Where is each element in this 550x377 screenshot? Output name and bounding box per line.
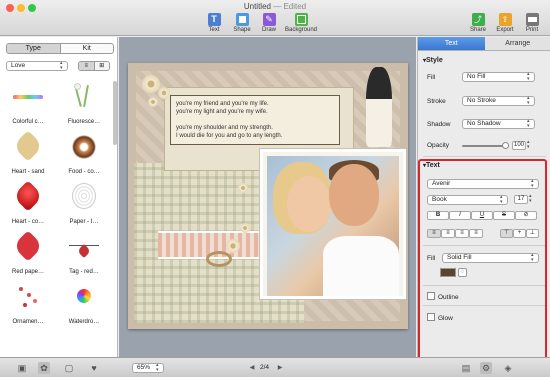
paper-lace-thumbnail xyxy=(69,181,99,211)
favorites-icon[interactable]: ♥ xyxy=(88,362,100,374)
toolbar-text-label: Text xyxy=(208,27,220,33)
library-item-label: Colorful c… xyxy=(12,119,44,125)
couple-photo xyxy=(267,156,399,296)
shadow-select[interactable]: No Shadow xyxy=(462,119,535,129)
next-page-icon[interactable]: ▶ xyxy=(274,362,286,374)
stroke-label: Stroke xyxy=(427,98,446,105)
opacity-field[interactable]: 100 xyxy=(512,141,526,150)
share-icon: ⤴ xyxy=(471,13,485,26)
quote-line: I would die for you and go to any length… xyxy=(176,133,283,139)
grid-view-icon[interactable]: ⊞ xyxy=(94,62,109,70)
ornament-thumbnail xyxy=(13,281,43,311)
scrapbook-page[interactable]: you're my friend and you're my life. you… xyxy=(128,63,408,329)
flower-embellishment[interactable] xyxy=(158,87,170,99)
bottom-bar: ▣ ✿ ▢ ♥ 65% ◀ 2/4 ▶ ▤ ⚙ ◈ xyxy=(0,357,550,377)
library-item-label: Ornamen… xyxy=(12,319,44,325)
library-item[interactable]: Waterdro… xyxy=(56,281,112,343)
print-icon xyxy=(525,13,539,26)
tab-arrange[interactable]: Arrange xyxy=(485,37,550,50)
type-segment[interactable]: Type xyxy=(7,44,61,53)
window-title: Untitled — Edited xyxy=(243,2,307,11)
toolbar-print-label: Print xyxy=(525,27,539,33)
library-item-label: Heart - sand xyxy=(11,169,45,175)
library-item-label: Red pape… xyxy=(11,269,45,275)
section-divider xyxy=(423,156,546,157)
library-item-label: Paper - I… xyxy=(69,219,99,225)
flower-embellishment[interactable] xyxy=(240,223,250,233)
list-view-icon[interactable]: ≡ xyxy=(79,62,95,70)
quote-text-box[interactable]: you're my friend and you're my life. you… xyxy=(170,95,340,145)
library-item-label: Fluoresce… xyxy=(67,119,101,125)
toolbar-draw-label: Draw xyxy=(261,27,276,33)
canvas-area[interactable]: you're my friend and you're my life. you… xyxy=(119,37,416,357)
colorful-text-thumbnail xyxy=(13,81,43,111)
photo-shirt xyxy=(323,236,399,296)
flower-embellishment[interactable] xyxy=(238,183,248,193)
toolbar-background-label: Background xyxy=(284,27,318,33)
view-toggle: ≡ ⊞ xyxy=(78,61,110,71)
library-item-label: Waterdro… xyxy=(68,319,100,325)
photos-icon[interactable]: ▣ xyxy=(16,362,28,374)
canvas-scroll-track xyxy=(119,350,416,357)
frames-icon[interactable]: ▢ xyxy=(63,362,75,374)
text-icon: T xyxy=(207,13,221,26)
fill-label: Fill xyxy=(427,74,436,81)
shape-icon xyxy=(235,13,249,26)
stroke-select[interactable]: No Stroke xyxy=(462,96,535,106)
tab-text[interactable]: Text xyxy=(418,37,485,50)
toolbar-print-button[interactable]: Print xyxy=(512,13,550,33)
red-paper-heart-thumbnail xyxy=(12,230,44,262)
quote-line: you're my light and you're my wife. xyxy=(176,109,268,115)
quote-line: you're my shoulder and my strength. xyxy=(176,125,273,131)
category-select[interactable]: Love xyxy=(6,61,68,71)
bride-groom-silhouette[interactable] xyxy=(366,67,392,147)
kit-segment[interactable]: Kit xyxy=(61,44,114,53)
background-icon xyxy=(294,13,308,26)
heart-sand-thumbnail xyxy=(12,130,44,162)
draw-icon: ✎ xyxy=(262,13,276,26)
photo-face xyxy=(287,176,331,232)
opacity-slider-knob[interactable] xyxy=(502,142,509,149)
inspector-tabs: Text Arrange xyxy=(418,37,550,51)
library-segmented-control: Type Kit xyxy=(6,43,114,54)
previous-page-icon[interactable]: ◀ xyxy=(246,362,258,374)
library-item-label: Heart - co… xyxy=(11,219,45,225)
photo-face xyxy=(329,164,379,226)
page-indicator: 2/4 xyxy=(260,364,270,371)
rings-embellishment[interactable] xyxy=(206,251,232,267)
heart-color-thumbnail xyxy=(12,180,44,212)
photo-frame[interactable] xyxy=(260,149,406,299)
layers-icon[interactable]: ◈ xyxy=(502,362,514,374)
library-item-label: Food - co… xyxy=(68,169,100,175)
food-thumbnail xyxy=(69,131,99,161)
pages-icon[interactable]: ▤ xyxy=(460,362,472,374)
toolbar-share-label: Share xyxy=(469,27,486,33)
title-bar: Untitled — Edited T Text Shape ✎ Draw Ba… xyxy=(0,0,550,36)
fluorescent-thumbnail xyxy=(69,81,99,111)
toolbar-background-button[interactable]: Background xyxy=(279,13,323,33)
style-section-header[interactable]: Style xyxy=(423,57,443,64)
stickers-icon[interactable]: ✿ xyxy=(38,362,50,374)
library-scrollbar[interactable] xyxy=(113,81,117,145)
tag-red-thumbnail xyxy=(69,231,99,261)
opacity-slider-track xyxy=(462,145,506,147)
opacity-stepper[interactable]: ▴ ▾ xyxy=(527,140,530,150)
zoom-select[interactable]: 65% xyxy=(132,363,164,373)
shadow-label: Shadow xyxy=(427,121,451,128)
settings-gear-icon[interactable]: ⚙ xyxy=(480,362,492,374)
flower-embellishment[interactable] xyxy=(148,97,158,107)
text-section-highlight xyxy=(418,159,547,362)
waterdrop-thumbnail xyxy=(69,281,99,311)
library-item-label: Tag - red… xyxy=(69,269,99,275)
flower-embellishment[interactable] xyxy=(226,239,240,253)
fill-select[interactable]: No Fill xyxy=(462,72,535,82)
quote-line: you're my friend and you're my life. xyxy=(176,101,269,107)
opacity-label: Opacity xyxy=(427,142,450,149)
library-panel: Type Kit Love ≡ ⊞ Colorful c… Fluoresce…… xyxy=(0,37,118,357)
library-item[interactable]: Ornamen… xyxy=(0,281,56,343)
quote-line xyxy=(176,116,334,124)
export-icon: ⇪ xyxy=(498,13,512,26)
